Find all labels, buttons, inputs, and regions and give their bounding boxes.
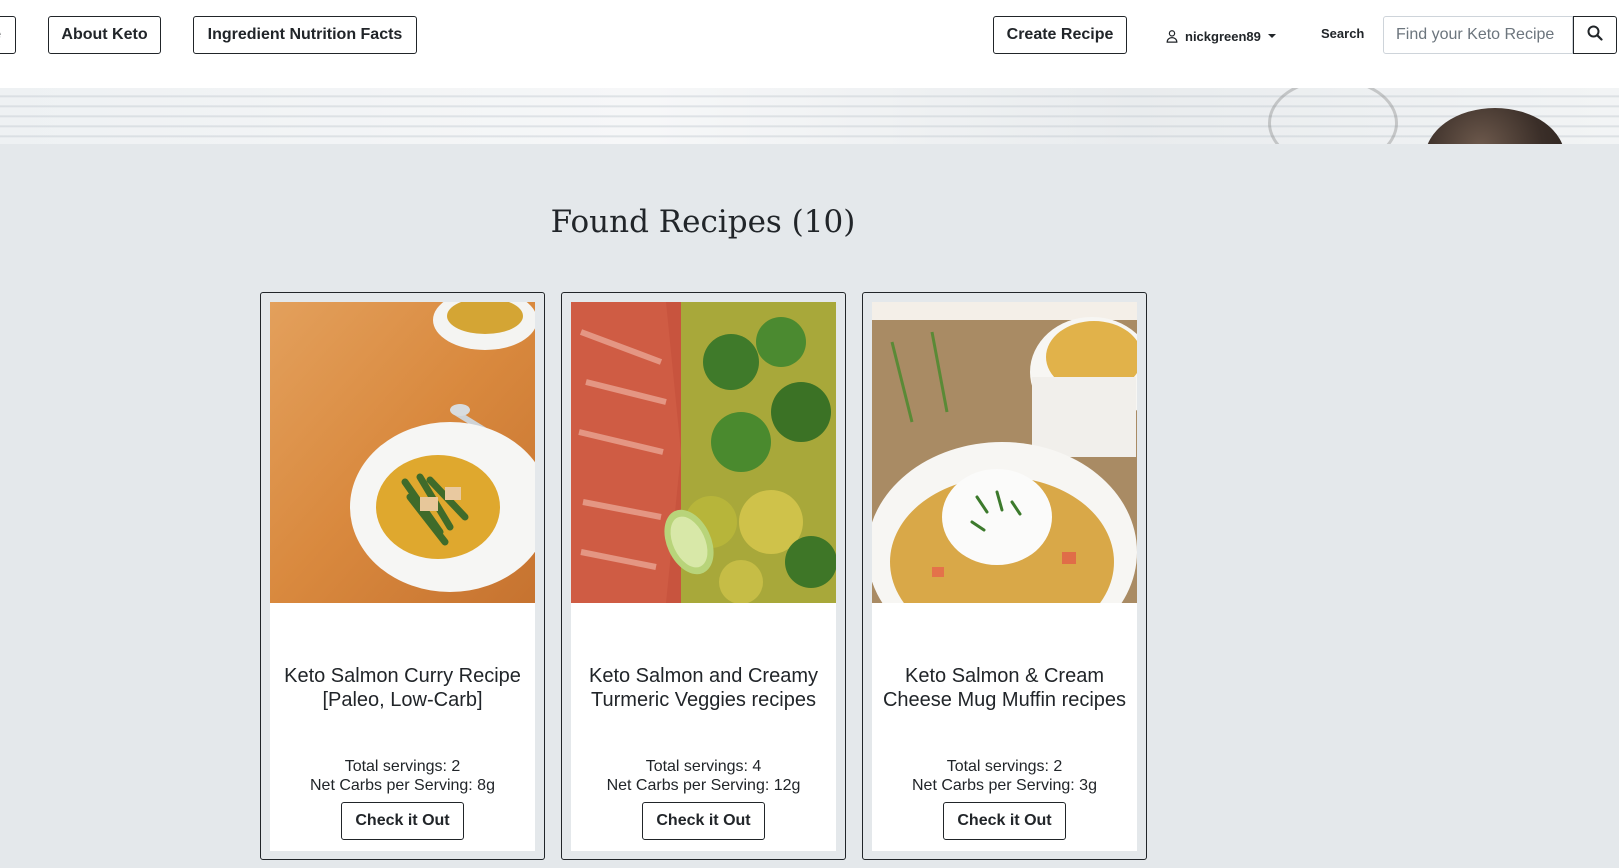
- check-it-out-label: Check it Out: [656, 812, 751, 829]
- recipe-card-body: Keto Salmon Curry Recipe [Paleo, Low-Car…: [270, 302, 535, 851]
- page-title: Found Recipes (10): [550, 204, 856, 240]
- check-it-out-button[interactable]: Check it Out: [341, 802, 464, 840]
- recipe-title: Keto Salmon Curry Recipe [Paleo, Low-Car…: [284, 665, 521, 711]
- about-keto-label: About Keto: [61, 26, 148, 43]
- recipe-net-carbs: Net Carbs per Serving: 8g: [310, 777, 495, 794]
- ingredient-nutrition-facts-button[interactable]: Ingredient Nutrition Facts: [193, 16, 417, 54]
- user-menu-dropdown[interactable]: nickgreen89: [1165, 25, 1277, 47]
- banner-bowl: [1425, 108, 1565, 144]
- magnifier-icon: [1587, 25, 1603, 46]
- check-it-out-button[interactable]: Check it Out: [642, 802, 765, 840]
- recipe-card-body: Keto Salmon & Cream Cheese Mug Muffin re…: [872, 302, 1137, 851]
- navbar: e About Keto Ingredient Nutrition Facts …: [0, 0, 1619, 88]
- home-nav-label: e: [0, 26, 1, 44]
- check-it-out-label: Check it Out: [957, 812, 1052, 829]
- recipe-title: Keto Salmon and Creamy Turmeric Veggies …: [588, 665, 818, 711]
- recipe-net-carbs: Net Carbs per Serving: 3g: [912, 777, 1097, 794]
- banner-bowl-rim: [1268, 88, 1398, 144]
- recipe-servings: Total servings: 2: [344, 758, 461, 775]
- search-label: Search: [1321, 26, 1365, 41]
- recipe-net-carbs: Net Carbs per Serving: 12g: [606, 777, 801, 794]
- user-icon: [1165, 29, 1179, 43]
- recipe-card: Keto Salmon & Cream Cheese Mug Muffin re…: [862, 292, 1147, 860]
- create-recipe-button[interactable]: Create Recipe: [993, 16, 1127, 54]
- check-it-out-button[interactable]: Check it Out: [943, 802, 1066, 840]
- create-recipe-label: Create Recipe: [1006, 26, 1114, 43]
- recipe-image: [270, 302, 535, 603]
- recipe-card: Keto Salmon Curry Recipe [Paleo, Low-Car…: [260, 292, 545, 860]
- about-keto-button[interactable]: About Keto: [48, 16, 161, 54]
- recipe-title: Keto Salmon & Cream Cheese Mug Muffin re…: [882, 665, 1127, 711]
- search-input[interactable]: [1383, 16, 1573, 54]
- caret-down-icon: [1267, 33, 1277, 39]
- search-button[interactable]: [1573, 16, 1617, 54]
- check-it-out-label: Check it Out: [355, 812, 450, 829]
- recipe-servings: Total servings: 4: [645, 758, 762, 775]
- home-nav-button[interactable]: e: [0, 16, 16, 54]
- username-label: nickgreen89: [1185, 28, 1261, 44]
- recipe-image: [571, 302, 836, 603]
- ingredient-nutrition-facts-label: Ingredient Nutrition Facts: [207, 26, 403, 43]
- recipe-servings: Total servings: 2: [946, 758, 1063, 775]
- recipe-image: [872, 302, 1137, 603]
- recipe-card-body: Keto Salmon and Creamy Turmeric Veggies …: [571, 302, 836, 851]
- hero-banner-image: [0, 88, 1619, 144]
- recipe-card: Keto Salmon and Creamy Turmeric Veggies …: [561, 292, 846, 860]
